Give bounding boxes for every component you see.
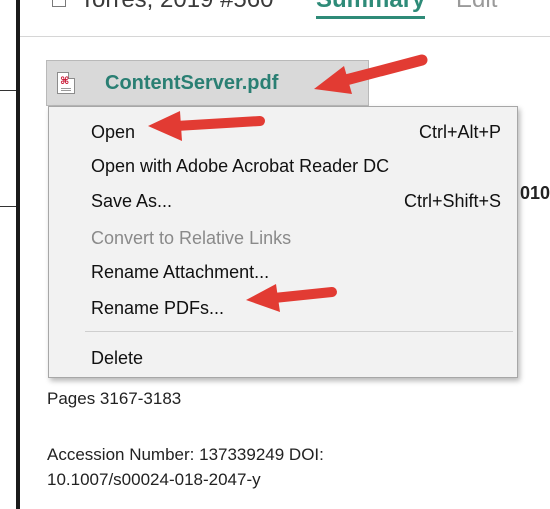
record-title: Torres, 2019 #560: [80, 0, 273, 14]
menu-item-open-with-adobe[interactable]: Open with Adobe Acrobat Reader DC: [49, 149, 517, 183]
attachment-item[interactable]: ⌘ ContentServer.pdf: [46, 60, 369, 106]
menu-item-delete[interactable]: Delete: [49, 341, 517, 375]
attachment-file-name[interactable]: ContentServer.pdf: [105, 72, 278, 95]
menu-item-convert-relative-links: Convert to Relative Links: [49, 221, 517, 255]
left-border-bar: [16, 0, 20, 509]
menu-item-label: Open: [91, 122, 136, 142]
menu-item-label: Save As...: [91, 191, 173, 211]
pdf-file-icon: ⌘: [57, 72, 75, 94]
menu-item-label: Convert to Relative Links: [91, 228, 292, 248]
record-header: Torres, 2019 #560 Summary Edit: [20, 0, 550, 37]
tick-mark: [0, 206, 16, 207]
tick-mark: [0, 90, 16, 91]
doi-text: 10.1007/s00024-018-2047-y: [47, 470, 261, 489]
menu-item-rename-pdfs[interactable]: Rename PDFs...: [49, 291, 517, 325]
menu-item-rename-attachment[interactable]: Rename Attachment...: [49, 255, 517, 289]
menu-item-label: Delete: [91, 348, 144, 368]
accession-number-text: Accession Number: 137339249 DOI:: [47, 445, 324, 464]
menu-item-shortcut: Ctrl+Shift+S: [403, 191, 501, 211]
tab-summary[interactable]: Summary: [316, 0, 426, 19]
menu-item-label: Open with Adobe Acrobat Reader DC: [91, 156, 390, 176]
menu-item-label: Rename PDFs...: [91, 298, 225, 318]
year-fragment: 010: [520, 183, 550, 203]
menu-item-save-as[interactable]: Save As... Ctrl+Shift+S: [49, 184, 517, 218]
reference-icon: [52, 0, 66, 7]
menu-item-open[interactable]: Open Ctrl+Alt+P: [49, 115, 517, 149]
context-menu: Open Ctrl+Alt+P Open with Adobe Acrobat …: [48, 106, 518, 378]
menu-item-label: Rename Attachment...: [91, 262, 270, 282]
menu-item-shortcut: Ctrl+Alt+P: [418, 122, 501, 142]
menu-separator: [85, 331, 513, 332]
pages-text: Pages 3167-3183: [47, 389, 182, 408]
tab-edit[interactable]: Edit: [456, 0, 497, 14]
